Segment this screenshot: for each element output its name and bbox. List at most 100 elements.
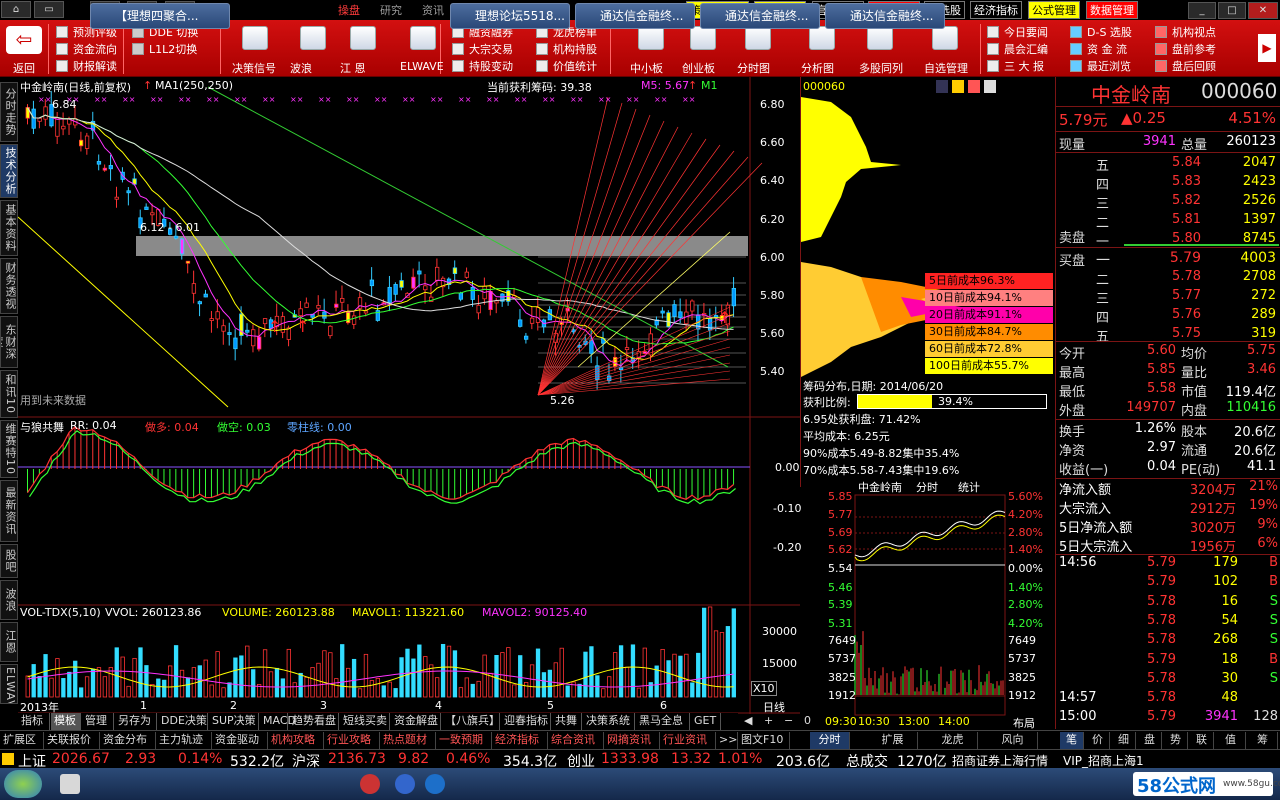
toolbar-link[interactable]: D-S 选股: [1087, 24, 1132, 40]
toolbar-tool-button[interactable]: 中小板: [630, 60, 663, 76]
right-panel-tab[interactable]: 分时: [810, 732, 850, 749]
right-panel-tab[interactable]: 值: [1216, 732, 1246, 749]
right-panel-tab[interactable]: 笔: [1060, 732, 1084, 749]
toolbar-link[interactable]: L1L2切换: [149, 41, 197, 57]
toolbar-link[interactable]: 三 大 报: [1004, 58, 1044, 74]
toolbar-tool-icon[interactable]: [867, 26, 893, 50]
toolbar-link[interactable]: 大宗交易: [469, 41, 513, 57]
toolbar-link[interactable]: 资金流向: [73, 41, 117, 57]
toolbar-tool-button[interactable]: 多股同列: [859, 60, 903, 76]
extension-tab[interactable]: 行业攻略: [324, 732, 380, 749]
day-line-button[interactable]: 日线: [763, 699, 785, 715]
taskbar-window-button[interactable]: 通达信金融终...: [575, 3, 695, 29]
side-tab[interactable]: 江恩: [0, 622, 18, 662]
indicator-tab[interactable]: MACD: [260, 713, 288, 730]
back-button-label[interactable]: 返回: [13, 60, 35, 76]
taskbar-window-button[interactable]: 【理想四聚合...: [90, 3, 230, 29]
taskbar-window-button[interactable]: 理想论坛5518...: [450, 3, 570, 29]
taskbar-pin-icon[interactable]: [360, 774, 380, 794]
extension-tab[interactable]: 关联报价: [44, 732, 100, 749]
toolbar-tool-icon[interactable]: [300, 26, 326, 50]
indicator-tab[interactable]: DDE决策: [158, 713, 208, 730]
indicator-tab[interactable]: 黑马全息: [636, 713, 690, 730]
right-panel-tab[interactable]: 扩展: [868, 732, 918, 749]
right-panel-tab[interactable]: 联: [1190, 732, 1214, 749]
back-arrow-icon[interactable]: ⇦: [6, 26, 42, 54]
window-icon[interactable]: ▭: [34, 1, 64, 18]
extension-tab[interactable]: 主力轨迹: [156, 732, 212, 749]
extension-tab[interactable]: 热点题材: [380, 732, 436, 749]
taskbar-pin-icon[interactable]: [395, 774, 415, 794]
toolbar-link[interactable]: 财报解读: [73, 58, 117, 74]
toolbar-link[interactable]: 机构视点: [1172, 24, 1216, 40]
toolbar-tool-icon[interactable]: [932, 26, 958, 50]
side-tab[interactable]: 波浪: [0, 580, 18, 620]
indicator-tab[interactable]: 另存为: [115, 713, 157, 730]
toolbar-tool-icon[interactable]: [638, 26, 664, 50]
extension-tab[interactable]: 经济指标: [492, 732, 548, 749]
side-tab[interactable]: ELWAVE: [0, 664, 18, 704]
side-tab[interactable]: 和讯10: [0, 370, 18, 418]
zero-icon[interactable]: 0: [804, 714, 811, 727]
menu-item[interactable]: 研究: [380, 2, 402, 18]
side-tab[interactable]: 股吧: [0, 544, 18, 578]
extension-tab[interactable]: 行业资讯: [660, 732, 716, 749]
toolbar-tool-button[interactable]: 分析图: [801, 60, 834, 76]
indicator-tab[interactable]: 共舞: [552, 713, 582, 730]
indicator-tab[interactable]: 模板: [51, 713, 81, 730]
toolbar-tool-icon[interactable]: [242, 26, 268, 50]
chip-tool-icon[interactable]: [984, 80, 996, 93]
toolbar-tool-icon[interactable]: [745, 26, 771, 50]
indicator-tab[interactable]: 资金解盘: [391, 713, 441, 730]
toolbar-link[interactable]: 最近浏览: [1087, 58, 1131, 74]
toolbar-tool-button[interactable]: 创业板: [682, 60, 715, 76]
menu-item[interactable]: 操盘: [338, 2, 360, 18]
layout-button[interactable]: 布局: [1013, 715, 1035, 731]
toolbar-tool-button[interactable]: 分时图: [737, 60, 770, 76]
right-panel-tab[interactable]: 价: [1086, 732, 1110, 749]
toolbar-link[interactable]: 盘前参考: [1172, 41, 1216, 57]
chip-tool-icon[interactable]: [952, 80, 964, 93]
indicator-tab[interactable]: GET: [691, 713, 721, 730]
side-tab[interactable]: 东财深度: [0, 316, 18, 368]
extension-tab[interactable]: 综合资讯: [548, 732, 604, 749]
toolbar-tool-icon[interactable]: [690, 26, 716, 50]
taskbar-pin-icon[interactable]: [425, 774, 445, 794]
menu-item[interactable]: 资讯: [422, 2, 444, 18]
mini-tab-intraday[interactable]: 分时: [916, 479, 938, 495]
extension-tab[interactable]: 图文F10: [738, 732, 790, 749]
top-quick-link[interactable]: 经济指标: [970, 1, 1022, 19]
toolbar-link[interactable]: 机构持股: [553, 41, 597, 57]
toolbar-link[interactable]: 资 金 流: [1087, 41, 1127, 57]
right-panel-tab[interactable]: 盘: [1138, 732, 1162, 749]
toolbar-scroll-right-icon[interactable]: ▶: [1258, 34, 1276, 62]
chip-tool-icon[interactable]: [968, 80, 980, 93]
indicator-tab[interactable]: 趋势看盘: [289, 713, 339, 730]
toolbar-tool-icon[interactable]: [809, 26, 835, 50]
toolbar-link[interactable]: 盘后回顾: [1172, 58, 1216, 74]
toolbar-tool-icon[interactable]: [410, 26, 436, 50]
side-tab[interactable]: 最新资讯: [0, 480, 18, 542]
side-tab[interactable]: 基本资料: [0, 200, 18, 256]
side-tab[interactable]: 技术分析: [0, 144, 18, 198]
right-panel-tab[interactable]: 势: [1164, 732, 1188, 749]
taskbar-pin-icon[interactable]: [60, 774, 80, 794]
indicator-tab[interactable]: 短线买卖: [340, 713, 390, 730]
extension-tab[interactable]: 一致预期: [436, 732, 492, 749]
extension-tab[interactable]: 网摘资讯: [604, 732, 660, 749]
indicator-tab[interactable]: 管理: [82, 713, 114, 730]
home-icon[interactable]: ⌂: [1, 1, 31, 18]
indicator-tab[interactable]: 【八旗兵】: [442, 713, 500, 730]
indicator-tab[interactable]: 迎春指标: [501, 713, 551, 730]
maximize-icon[interactable]: □: [1218, 2, 1246, 19]
extension-tab[interactable]: >>: [716, 732, 738, 749]
extension-tab[interactable]: 扩展区: [0, 732, 44, 749]
toolbar-link[interactable]: 晨会汇编: [1004, 41, 1048, 57]
minus-icon[interactable]: −: [784, 714, 793, 727]
start-button[interactable]: [4, 770, 42, 798]
indicator-tab[interactable]: SUP决策: [209, 713, 259, 730]
right-panel-tab[interactable]: 风向: [988, 732, 1038, 749]
toolbar-tool-button[interactable]: 自选管理: [924, 60, 968, 76]
scroll-left-icon[interactable]: ◀: [744, 714, 752, 727]
close-icon[interactable]: ✕: [1248, 2, 1278, 19]
